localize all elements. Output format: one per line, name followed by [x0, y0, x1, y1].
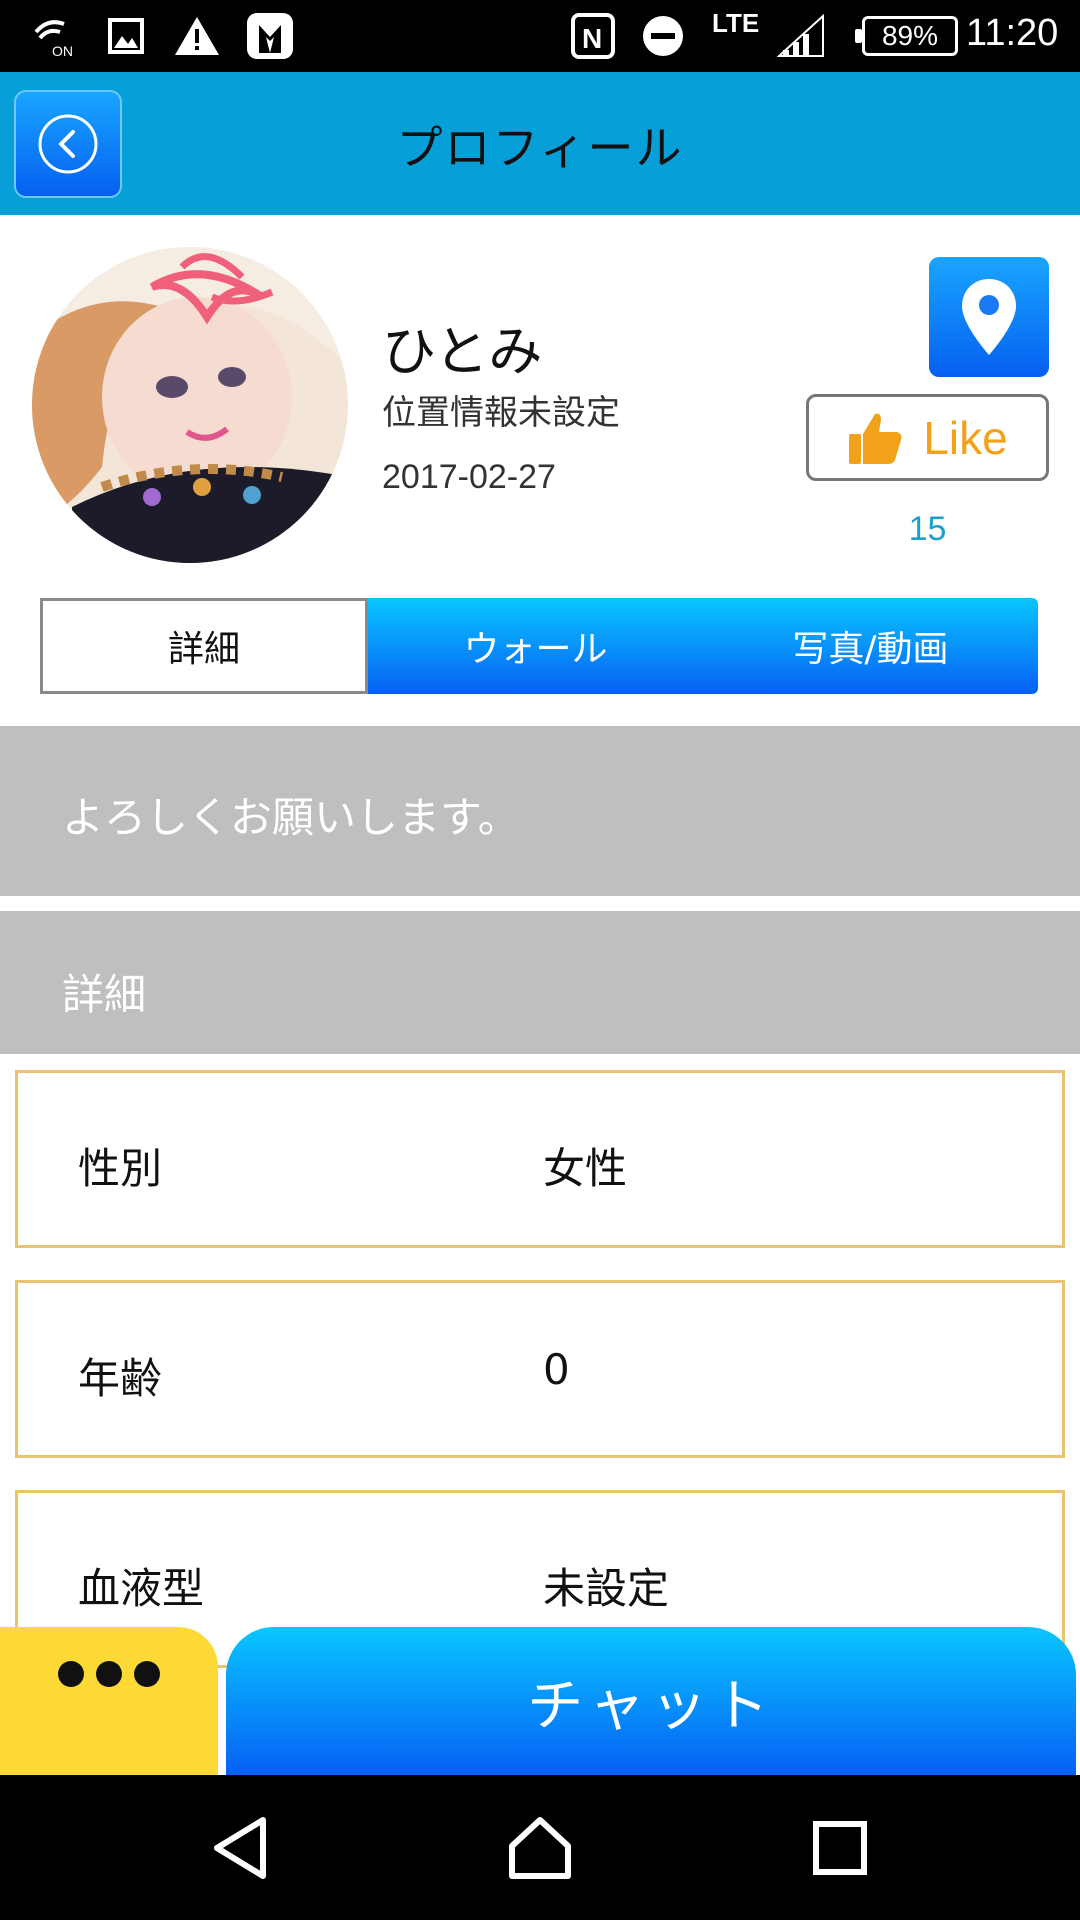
profile-tabs: 詳細 ウォール 写真/動画 [40, 598, 1038, 694]
detail-row-age: 年齢 0 [15, 1280, 1065, 1458]
tab-wall[interactable]: ウォール [368, 598, 703, 694]
app-header: プロフィール [0, 72, 1080, 215]
do-not-disturb-icon [640, 14, 686, 58]
image-icon [106, 14, 146, 58]
nfc-icon: N [570, 13, 616, 59]
profile-name: ひとみ [382, 320, 543, 383]
network-type: LTE [712, 8, 760, 38]
clock: 11:20 [966, 12, 1059, 54]
tuxedo-app-icon [244, 13, 296, 59]
like-count: 15 [908, 510, 947, 548]
warning-icon [172, 14, 222, 58]
wifi-calling-on-icon: ON [30, 14, 78, 58]
more-dots-icon [134, 1661, 160, 1687]
map-pin-icon [962, 279, 1016, 355]
detail-value: 未設定 [543, 1564, 670, 1613]
nav-home-icon[interactable] [505, 1813, 575, 1883]
thumbs-up-icon [849, 413, 902, 464]
nav-recents-icon[interactable] [805, 1813, 875, 1883]
profile-date: 2017-02-27 [382, 458, 556, 496]
nav-back-icon[interactable] [206, 1813, 276, 1883]
more-dots-icon [96, 1661, 122, 1687]
like-button[interactable]: Like [806, 394, 1049, 481]
detail-row-gender: 性別 女性 [15, 1070, 1065, 1248]
profile-location: 位置情報未設定 [382, 393, 620, 433]
details-heading-label: 詳細 [62, 970, 147, 1019]
status-bar: ON N LTE 89% 11:20 [0, 0, 1080, 72]
tab-details[interactable]: 詳細 [40, 598, 368, 694]
battery-icon: 89% [855, 16, 958, 56]
tab-photos-videos[interactable]: 写真/動画 [703, 598, 1038, 694]
detail-value: 女性 [543, 1144, 628, 1193]
more-dots-icon [58, 1661, 84, 1687]
detail-label: 年齢 [78, 1354, 163, 1403]
page-title: プロフィール [396, 121, 684, 175]
location-button[interactable] [929, 257, 1049, 377]
system-nav-bar [0, 1775, 1080, 1920]
detail-label: 性別 [78, 1144, 163, 1193]
detail-label: 血液型 [78, 1564, 205, 1613]
greeting-text: よろしくお願いします。 [62, 793, 520, 842]
detail-value: 0 [543, 1345, 570, 1394]
svg-text:N: N [582, 23, 602, 54]
greeting-section: よろしくお願いします。 [0, 726, 1080, 896]
more-button[interactable] [0, 1627, 218, 1775]
avatar[interactable] [32, 247, 348, 563]
like-label: Like [923, 411, 1008, 464]
tab-group: ウォール 写真/動画 [368, 598, 1038, 694]
chat-button[interactable]: チャット [226, 1627, 1076, 1775]
details-heading: 詳細 [0, 911, 1080, 1054]
signal-icon [776, 14, 826, 58]
svg-text:ON: ON [52, 43, 73, 58]
